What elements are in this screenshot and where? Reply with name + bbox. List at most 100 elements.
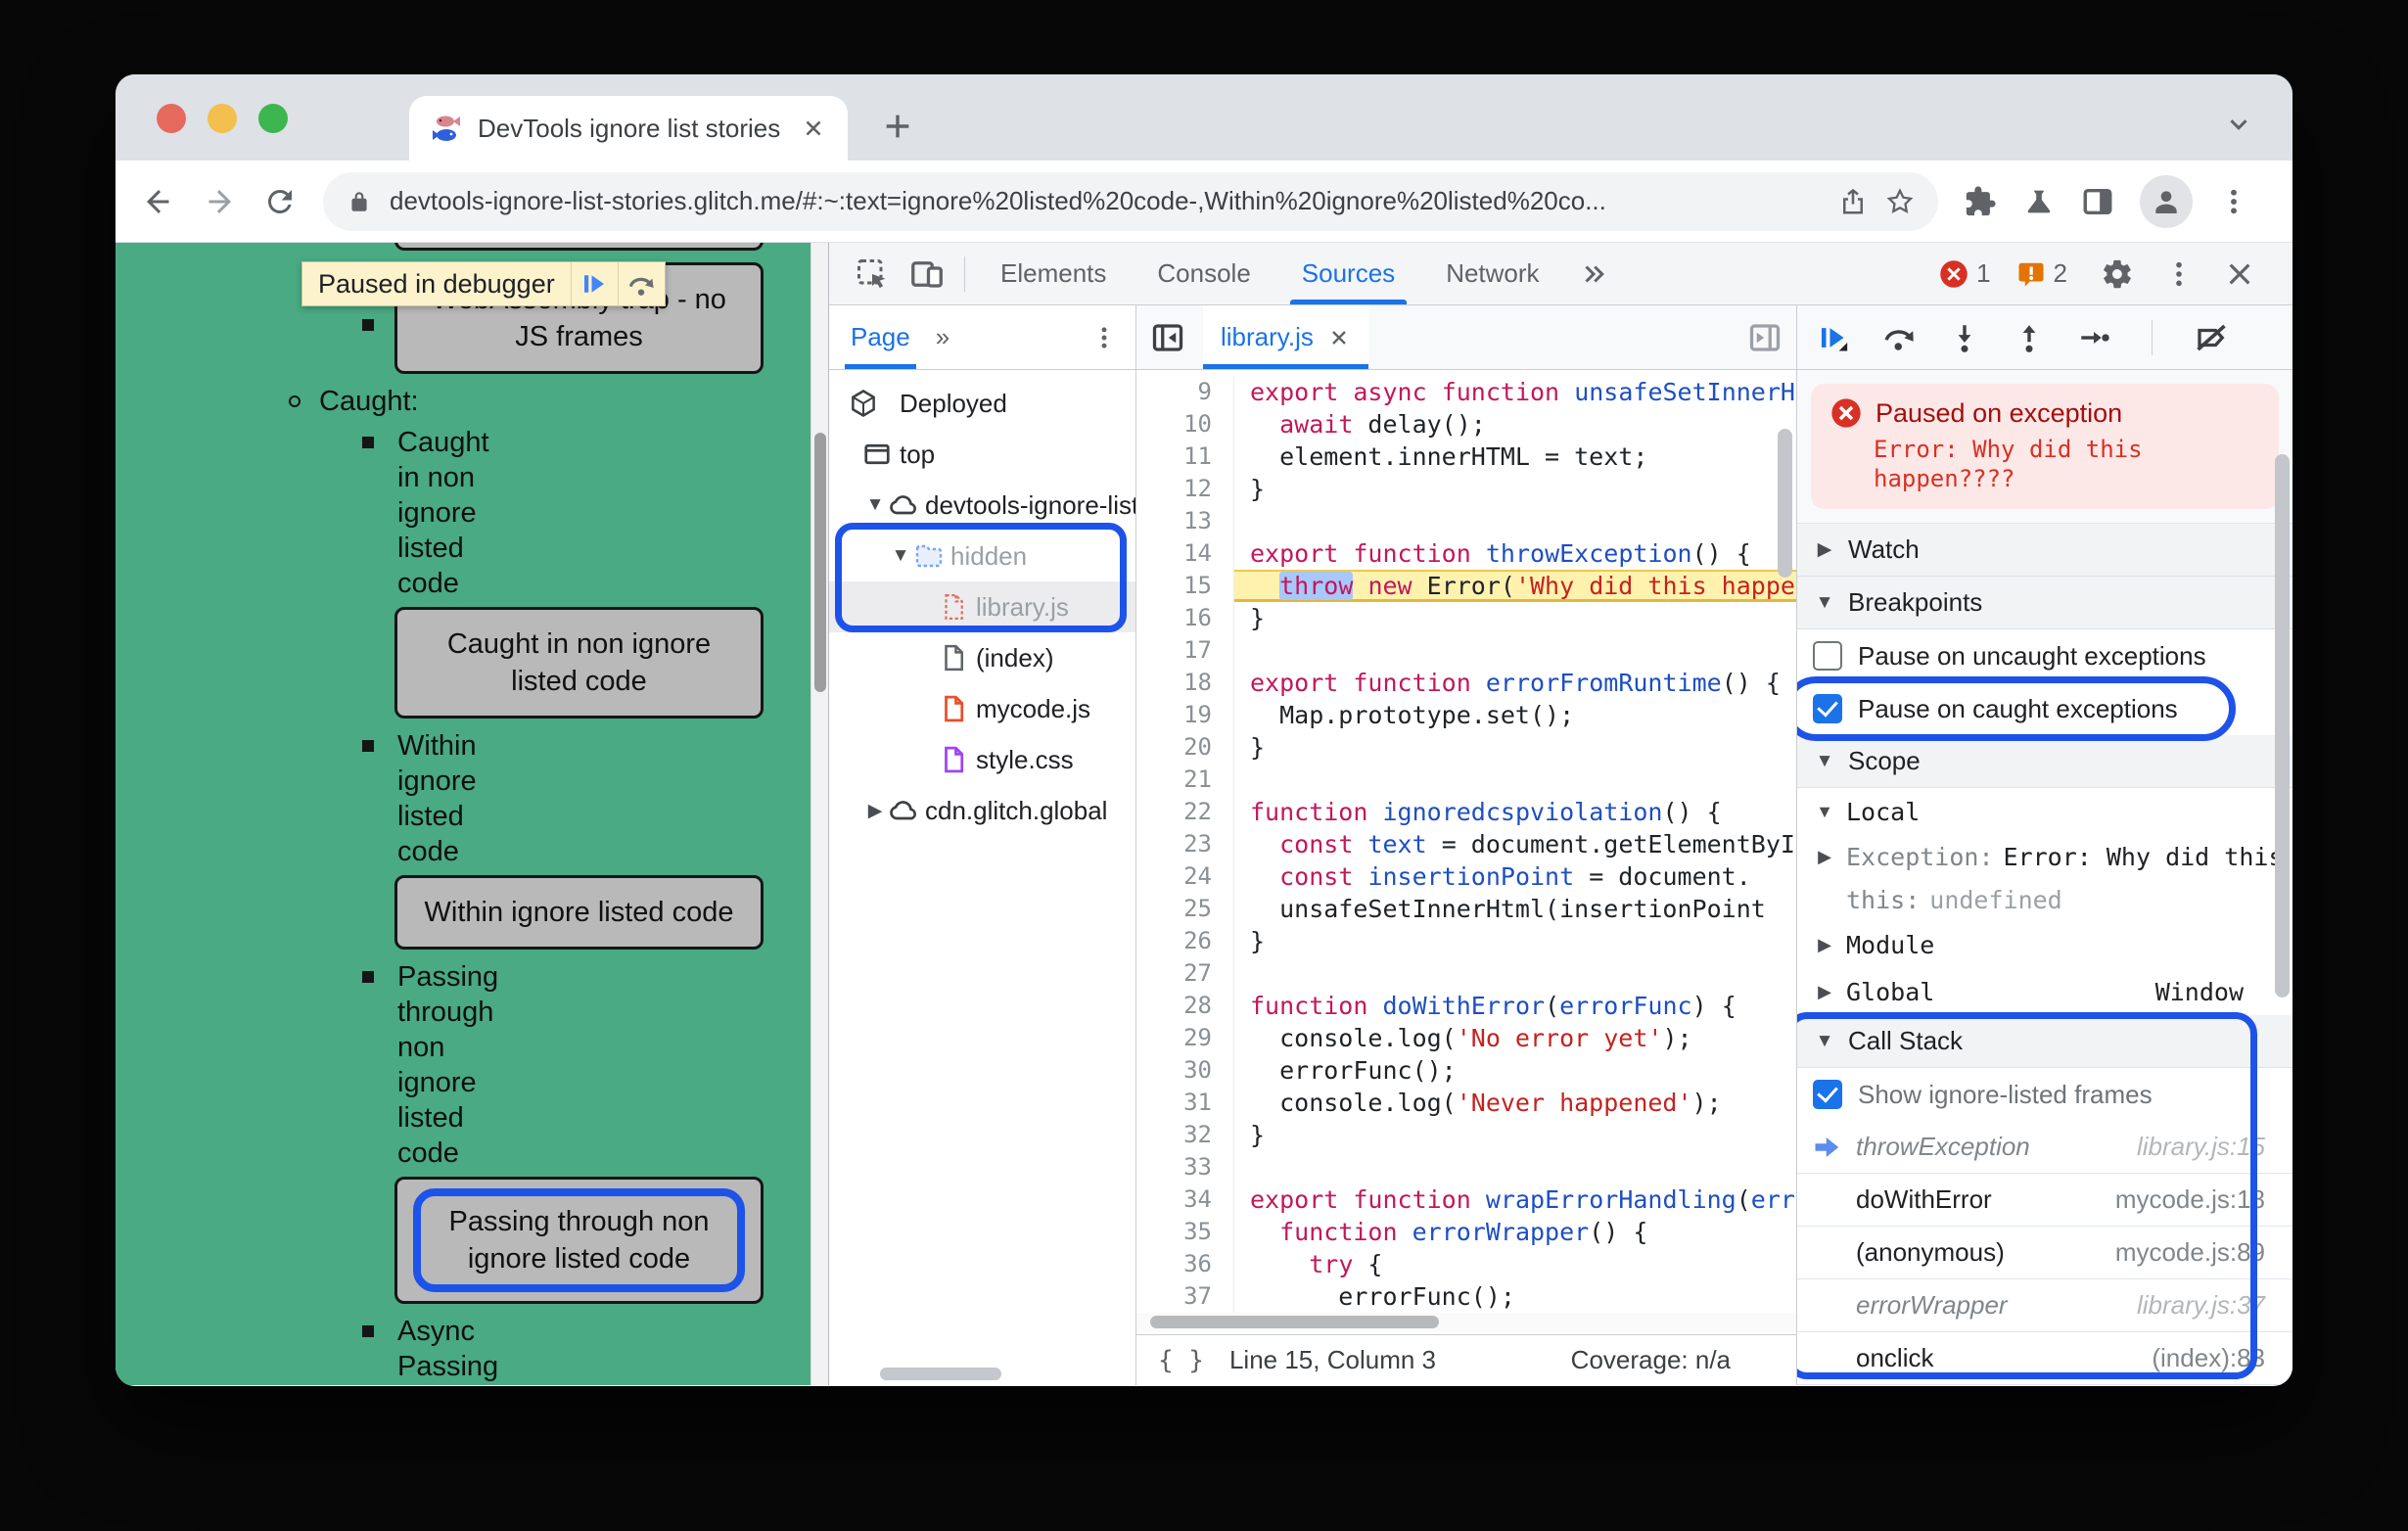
scope-row-local[interactable]: ▼ Local	[1797, 788, 2292, 835]
tree-collapse-arrow-icon[interactable]: ▼	[862, 494, 888, 516]
gutter-line-number[interactable]: 24	[1136, 860, 1234, 893]
gutter-line-number[interactable]: 29	[1136, 1022, 1234, 1054]
collapse-navigator-icon[interactable]	[1150, 320, 1185, 355]
step-out-icon[interactable]	[2013, 321, 2046, 354]
reload-button[interactable]	[262, 184, 298, 219]
breakpoint-option-row[interactable]: Pause on uncaught exceptions	[1797, 629, 2292, 682]
checked-checkbox[interactable]	[1813, 694, 1842, 723]
extensions-puzzle-icon[interactable]	[1964, 185, 1997, 218]
tree-item-style-css[interactable]: style.css	[829, 734, 1135, 785]
page-scrollbar-thumb[interactable]	[814, 433, 826, 692]
open-sidebar-icon[interactable]	[1747, 320, 1783, 355]
gutter-line-number[interactable]: 18	[1136, 667, 1234, 699]
editor-vscrollbar-thumb[interactable]	[1778, 429, 1792, 578]
editor-hscrollbar[interactable]	[1136, 1313, 1796, 1332]
gutter-line-number[interactable]: 31	[1136, 1087, 1234, 1119]
tree-item-devtools-ignore-list-stories-glitch-me[interactable]: ▼ devtools-ignore-list-stories.glitch.me	[829, 480, 1135, 531]
scope-expand-arrow-icon[interactable]: ▶	[1813, 982, 1836, 1002]
sidebar-vscrollbar-thumb[interactable]	[2275, 454, 2290, 997]
navigator-menu-kebab-icon[interactable]	[1090, 324, 1128, 351]
editor-tab-libraryjs[interactable]: library.js	[1203, 305, 1368, 369]
tree-item-hidden[interactable]: ▼ hidden	[829, 531, 1135, 581]
show-ignore-listed-frames-row[interactable]: Show ignore-listed frames	[1797, 1068, 2292, 1121]
pretty-print-braces-icon[interactable]: { }	[1158, 1346, 1204, 1375]
close-window-button[interactable]	[157, 104, 186, 133]
scope-row-global[interactable]: ▶ Global Window	[1797, 968, 2292, 1015]
gutter-line-number[interactable]: 10	[1136, 408, 1234, 441]
url-bar[interactable]: devtools-ignore-list-stories.glitch.me/#…	[323, 171, 1938, 231]
gutter-line-number[interactable]: 27	[1136, 957, 1234, 990]
inspect-element-icon[interactable]	[855, 256, 890, 292]
minimize-window-button[interactable]	[208, 104, 237, 133]
gutter-line-number[interactable]: 32	[1136, 1119, 1234, 1151]
tree-item-deployed[interactable]: Deployed	[829, 378, 1135, 429]
bookmark-star-icon[interactable]	[1885, 187, 1915, 216]
tree-item-top[interactable]: top	[829, 429, 1135, 480]
page-button[interactable]: Caught in non ignore listed code	[394, 607, 764, 719]
scope-expand-arrow-icon[interactable]: ▶	[1813, 847, 1836, 867]
browser-tab[interactable]: DevTools ignore list stories	[409, 96, 848, 161]
gutter-line-number[interactable]: 26	[1136, 925, 1234, 957]
device-toolbar-icon[interactable]	[909, 256, 945, 292]
forward-button[interactable]	[202, 184, 237, 219]
beaker-extension-icon[interactable]	[2022, 185, 2056, 218]
page-button[interactable]: Passing through non ignore listed code	[394, 1177, 764, 1304]
editor-tab-close-icon[interactable]	[1327, 326, 1351, 349]
tab-close-icon[interactable]	[801, 116, 826, 141]
resume-script-icon[interactable]	[570, 262, 618, 305]
callstack-frame--anonymous-[interactable]: (anonymous) mycode.js:89	[1797, 1227, 2292, 1279]
gutter-line-number[interactable]: 13	[1136, 505, 1234, 537]
gutter-line-number[interactable]: 20	[1136, 731, 1234, 764]
scope-row-exception[interactable]: ▶ Exception: Error: Why did this happen??…	[1797, 835, 2292, 878]
devtools-tab-elements[interactable]: Elements	[975, 243, 1132, 304]
gutter-line-number[interactable]: 16	[1136, 602, 1234, 634]
gutter-line-number[interactable]: 22	[1136, 796, 1234, 828]
scope-collapse-arrow-icon[interactable]: ▼	[1813, 802, 1836, 822]
more-tabs-chevron[interactable]	[1565, 243, 1622, 304]
callstack-frame-onclick[interactable]: onclick (index):83	[1797, 1332, 2292, 1385]
issues-count-badge[interactable]: 2	[2016, 258, 2067, 289]
share-icon[interactable]	[1838, 187, 1868, 216]
side-panel-icon[interactable]	[2081, 185, 2114, 218]
tab-search-chevron-icon[interactable]	[2224, 110, 2253, 139]
page-button-cut-top[interactable]	[394, 243, 764, 251]
tree-item-mycode-js[interactable]: mycode.js	[829, 683, 1135, 734]
devtools-settings-gear-icon[interactable]	[2101, 257, 2134, 291]
banner-step-over-icon[interactable]	[617, 262, 665, 305]
unchecked-checkbox[interactable]	[1813, 641, 1842, 671]
navigator-more-tabs-chevron[interactable]: »	[936, 322, 949, 352]
devtools-tab-console[interactable]: Console	[1132, 243, 1275, 304]
gutter-line-number[interactable]: 36	[1136, 1248, 1234, 1280]
deactivate-breakpoints-icon[interactable]	[2194, 320, 2229, 355]
gutter-line-number[interactable]: 30	[1136, 1054, 1234, 1087]
url-text[interactable]: devtools-ignore-list-stories.glitch.me/#…	[390, 186, 1821, 216]
browser-menu-kebab-icon[interactable]	[2218, 186, 2249, 217]
scope-expand-arrow-icon[interactable]: ▶	[1813, 935, 1836, 955]
tree-collapse-arrow-icon[interactable]: ▼	[888, 545, 913, 567]
scope-row-module[interactable]: ▶ Module	[1797, 921, 2292, 968]
show-frames-checkbox[interactable]	[1813, 1080, 1842, 1109]
scope-section-header[interactable]: ▼ Scope	[1797, 735, 2292, 788]
devtools-menu-kebab-icon[interactable]	[2163, 258, 2195, 290]
tree-item-library-js[interactable]: library.js	[829, 581, 1135, 632]
step-icon[interactable]	[2077, 321, 2110, 354]
error-count-badge[interactable]: 1	[1939, 258, 1991, 289]
gutter-line-number[interactable]: 21	[1136, 764, 1234, 796]
navigator-tab-page[interactable]: Page	[845, 305, 916, 369]
breakpoint-option-row[interactable]: Pause on caught exceptions	[1797, 676, 2292, 741]
devtools-tab-sources[interactable]: Sources	[1276, 243, 1420, 304]
tree-item--index-[interactable]: (index)	[829, 632, 1135, 683]
page-scrollbar[interactable]	[810, 243, 828, 1385]
callstack-frame-dowitherror[interactable]: doWithError mycode.js:18	[1797, 1174, 2292, 1227]
gutter-line-number[interactable]: 25	[1136, 893, 1234, 925]
gutter-line-number[interactable]: 28	[1136, 990, 1234, 1022]
gutter-line-number[interactable]: 17	[1136, 634, 1234, 667]
page-button[interactable]: Within ignore listed code	[394, 875, 764, 950]
back-button[interactable]	[141, 184, 176, 219]
gutter-line-number[interactable]: 9	[1136, 376, 1234, 408]
gutter-line-number[interactable]: 34	[1136, 1183, 1234, 1216]
gutter-line-number[interactable]: 14	[1136, 537, 1234, 570]
breakpoints-section-header[interactable]: ▼ Breakpoints	[1797, 577, 2292, 629]
devtools-tab-network[interactable]: Network	[1420, 243, 1564, 304]
maximize-window-button[interactable]	[258, 104, 288, 133]
